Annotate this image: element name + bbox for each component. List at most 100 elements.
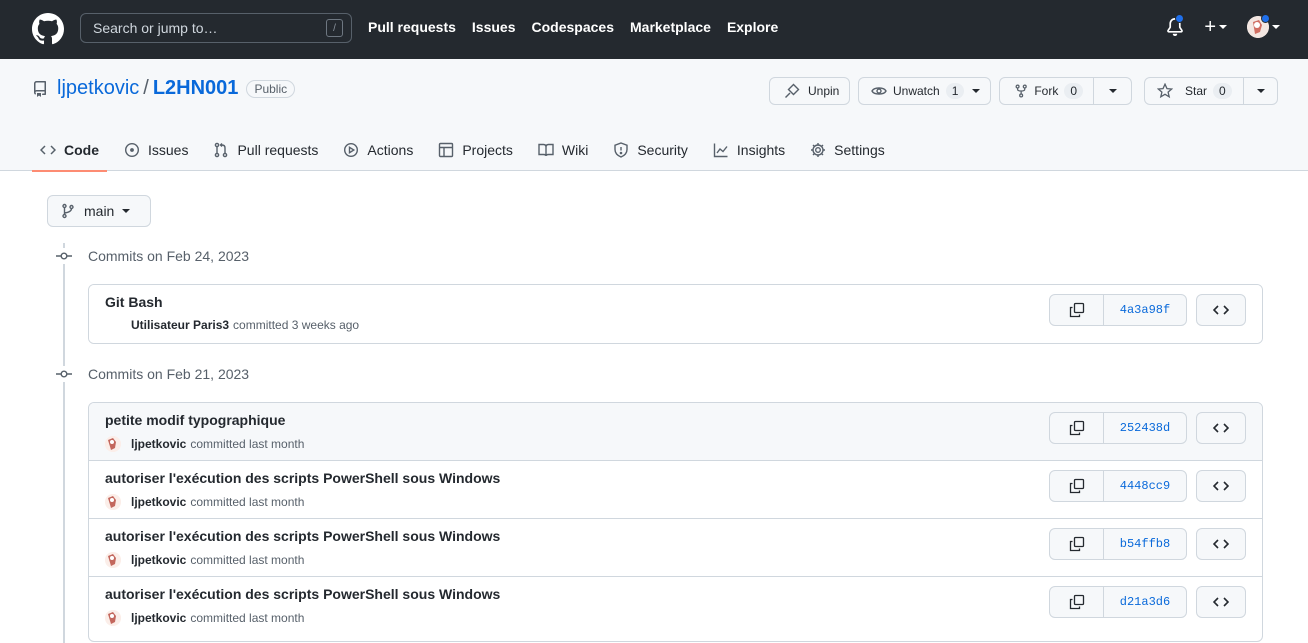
commit-row: petite modif typographique ljpetkovic comm… xyxy=(89,403,1262,461)
repo-name-link[interactable]: L2HN001 xyxy=(153,77,239,100)
tab-security[interactable]: Security xyxy=(605,129,696,171)
star-dropdown-button[interactable] xyxy=(1243,78,1277,104)
chevron-down-icon xyxy=(1219,25,1227,29)
browse-repo-button[interactable] xyxy=(1196,294,1246,326)
browse-repo-button[interactable] xyxy=(1196,528,1246,560)
nav-marketplace[interactable]: Marketplace xyxy=(630,19,711,35)
code-icon xyxy=(1213,305,1229,315)
tab-projects[interactable]: Projects xyxy=(430,129,521,171)
tab-actions[interactable]: Actions xyxy=(335,129,421,171)
commit-author[interactable]: ljpetkovic xyxy=(131,437,186,451)
copy-sha-button[interactable] xyxy=(1050,529,1104,559)
branch-selector[interactable]: main xyxy=(47,195,151,227)
repo-owner-link[interactable]: ljpetkovic xyxy=(57,77,139,100)
path-separator: / xyxy=(143,77,149,99)
author-avatar[interactable] xyxy=(105,610,121,626)
search-input[interactable]: Search or jump to… xyxy=(93,20,218,36)
commit-author[interactable]: Utilisateur Paris3 xyxy=(131,318,229,332)
commit-author[interactable]: ljpetkovic xyxy=(131,553,186,567)
tab-settings[interactable]: Settings xyxy=(802,129,893,171)
code-icon xyxy=(1213,597,1229,607)
commit-title-link[interactable]: autoriser l'exécution des scripts PowerS… xyxy=(105,528,500,544)
commit-time: committed 3 weeks ago xyxy=(233,318,360,332)
commit-author[interactable]: ljpetkovic xyxy=(131,611,186,625)
tab-security-label: Security xyxy=(637,142,688,158)
code-icon xyxy=(1213,481,1229,491)
nav-codespaces[interactable]: Codespaces xyxy=(532,19,614,35)
global-header: Search or jump to… / Pull requests Issue… xyxy=(0,0,1308,59)
play-icon xyxy=(344,142,359,158)
copy-icon xyxy=(1069,536,1084,552)
github-logo-icon[interactable] xyxy=(32,13,64,45)
commit-title-link[interactable]: Git Bash xyxy=(105,294,163,310)
tab-insights-label: Insights xyxy=(736,142,786,158)
nav-explore[interactable]: Explore xyxy=(727,19,778,35)
commit-sha-link[interactable]: 252438d xyxy=(1104,413,1186,443)
star-count: 0 xyxy=(1213,83,1232,99)
table-icon xyxy=(439,142,454,158)
pull-request-icon xyxy=(215,142,228,158)
commit-sha-link[interactable]: 4448cc9 xyxy=(1104,471,1186,501)
code-icon xyxy=(1213,539,1229,549)
chevron-down-icon[interactable] xyxy=(972,89,981,93)
tab-issues-label: Issues xyxy=(148,142,189,158)
unwatch-button[interactable]: Unwatch 1 xyxy=(858,77,991,105)
tab-code[interactable]: Code xyxy=(32,129,107,172)
commit-row: autoriser l'exécution des scripts PowerS… xyxy=(89,519,1262,577)
star-action: Star 0 xyxy=(1144,77,1278,105)
commit-title-link[interactable]: petite modif typographique xyxy=(105,412,285,428)
commit-sha-link[interactable]: b54ffb8 xyxy=(1104,529,1186,559)
star-button[interactable]: Star 0 xyxy=(1145,78,1243,104)
fork-icon xyxy=(1015,84,1027,98)
commit-row: Git Bash Utilisateur Paris3 committed 3 … xyxy=(89,285,1262,343)
nav-issues[interactable]: Issues xyxy=(472,19,516,35)
sha-button-group: d21a3d6 xyxy=(1049,586,1187,618)
author-avatar[interactable] xyxy=(105,436,121,452)
search-box[interactable]: Search or jump to… / xyxy=(80,13,352,43)
slash-shortcut-key: / xyxy=(326,19,343,37)
commit-meta: ljpetkovic committed last month xyxy=(105,552,304,568)
repo-tabs: Code Issues Pull requests Actions Projec… xyxy=(32,129,902,172)
commit-sha-link[interactable]: 4a3a98f xyxy=(1104,295,1186,325)
browse-repo-button[interactable] xyxy=(1196,586,1246,618)
fork-button[interactable]: Fork 0 xyxy=(1000,78,1093,104)
tab-projects-label: Projects xyxy=(462,142,513,158)
browse-repo-button[interactable] xyxy=(1196,470,1246,502)
tab-pull-requests[interactable]: Pull requests xyxy=(205,129,326,171)
commit-sha-link[interactable]: d21a3d6 xyxy=(1104,587,1186,617)
commit-title-link[interactable]: autoriser l'exécution des scripts PowerS… xyxy=(105,470,500,486)
copy-sha-button[interactable] xyxy=(1050,471,1104,501)
tab-wiki-label: Wiki xyxy=(561,142,589,158)
commit-time: committed last month xyxy=(190,611,305,625)
copy-sha-button[interactable] xyxy=(1050,295,1104,325)
author-avatar[interactable] xyxy=(105,494,121,510)
browse-repo-button[interactable] xyxy=(1196,412,1246,444)
commit-title-link[interactable]: autoriser l'exécution des scripts PowerS… xyxy=(105,586,500,602)
tab-pull-requests-label: Pull requests xyxy=(237,142,319,158)
tab-insights[interactable]: Insights xyxy=(705,129,793,171)
fork-dropdown-button[interactable] xyxy=(1093,78,1131,104)
unpin-button[interactable]: Unpin xyxy=(769,77,850,105)
nav-pull-requests[interactable]: Pull requests xyxy=(368,19,456,35)
notifications-button[interactable] xyxy=(1166,14,1185,38)
chevron-down-icon xyxy=(122,209,131,213)
commit-author[interactable]: ljpetkovic xyxy=(131,495,186,509)
commit-time: committed last month xyxy=(190,495,305,509)
chevron-down-icon xyxy=(1256,89,1265,93)
commit-group-header: Commits on Feb 24, 2023 xyxy=(56,248,249,264)
tab-wiki[interactable]: Wiki xyxy=(530,129,596,171)
tab-settings-label: Settings xyxy=(834,142,885,158)
plus-icon: + xyxy=(1204,16,1216,38)
repo-icon xyxy=(34,80,46,97)
tab-issues[interactable]: Issues xyxy=(116,129,196,171)
user-menu-button[interactable] xyxy=(1247,14,1280,38)
copy-sha-button[interactable] xyxy=(1050,413,1104,443)
commit-row: autoriser l'exécution des scripts PowerS… xyxy=(89,577,1262,635)
gear-icon xyxy=(811,143,826,157)
unpin-label: Unpin xyxy=(808,84,840,98)
copy-sha-button[interactable] xyxy=(1050,587,1104,617)
author-avatar[interactable] xyxy=(105,552,121,568)
sha-button-group: b54ffb8 xyxy=(1049,528,1187,560)
create-new-button[interactable]: + xyxy=(1204,17,1227,37)
copy-icon xyxy=(1069,594,1084,610)
